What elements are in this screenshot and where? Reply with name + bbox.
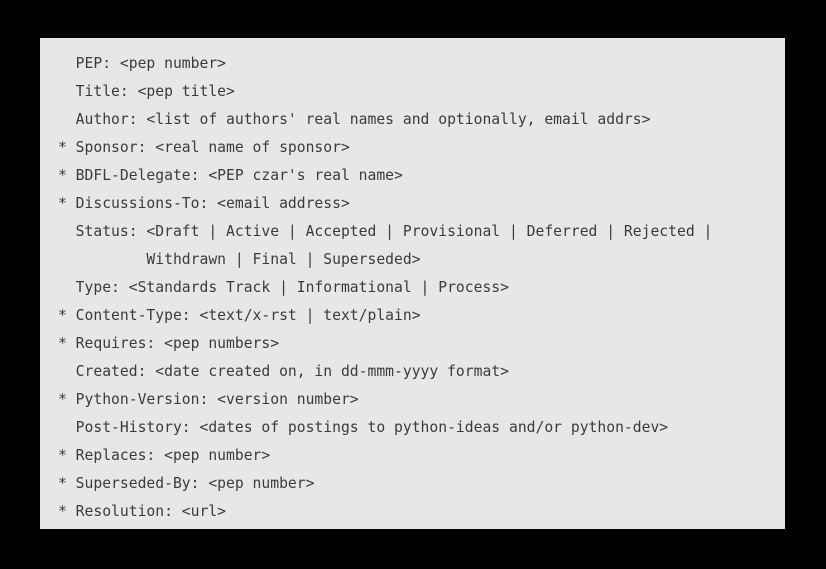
code-line: * Discussions-To: <email address> xyxy=(58,195,350,212)
code-line: Withdrawn | Final | Superseded> xyxy=(58,251,421,268)
code-line: Status: <Draft | Active | Accepted | Pro… xyxy=(58,223,713,240)
code-line: * Superseded-By: <pep number> xyxy=(58,475,315,492)
code-line: Type: <Standards Track | Informational |… xyxy=(58,279,509,296)
code-line: * Requires: <pep numbers> xyxy=(58,335,280,352)
code-line: * Replaces: <pep number> xyxy=(58,447,271,464)
code-line: PEP: <pep number> xyxy=(58,55,227,72)
code-line: * Python-Version: <version number> xyxy=(58,391,359,408)
code-block-panel: PEP: <pep number> Title: <pep title> Aut… xyxy=(40,38,785,529)
code-line: * BDFL-Delegate: <PEP czar's real name> xyxy=(58,167,403,184)
code-line: * Resolution: <url> xyxy=(58,503,227,520)
screen-root: PEP: <pep number> Title: <pep title> Aut… xyxy=(0,0,826,569)
code-line: * Sponsor: <real name of sponsor> xyxy=(58,139,350,156)
code-line: Author: <list of authors' real names and… xyxy=(58,111,651,128)
code-line: Title: <pep title> xyxy=(58,83,235,100)
code-line: Created: <date created on, in dd-mmm-yyy… xyxy=(58,363,509,380)
code-line: Post-History: <dates of postings to pyth… xyxy=(58,419,669,436)
code-line: * Content-Type: <text/x-rst | text/plain… xyxy=(58,307,421,324)
